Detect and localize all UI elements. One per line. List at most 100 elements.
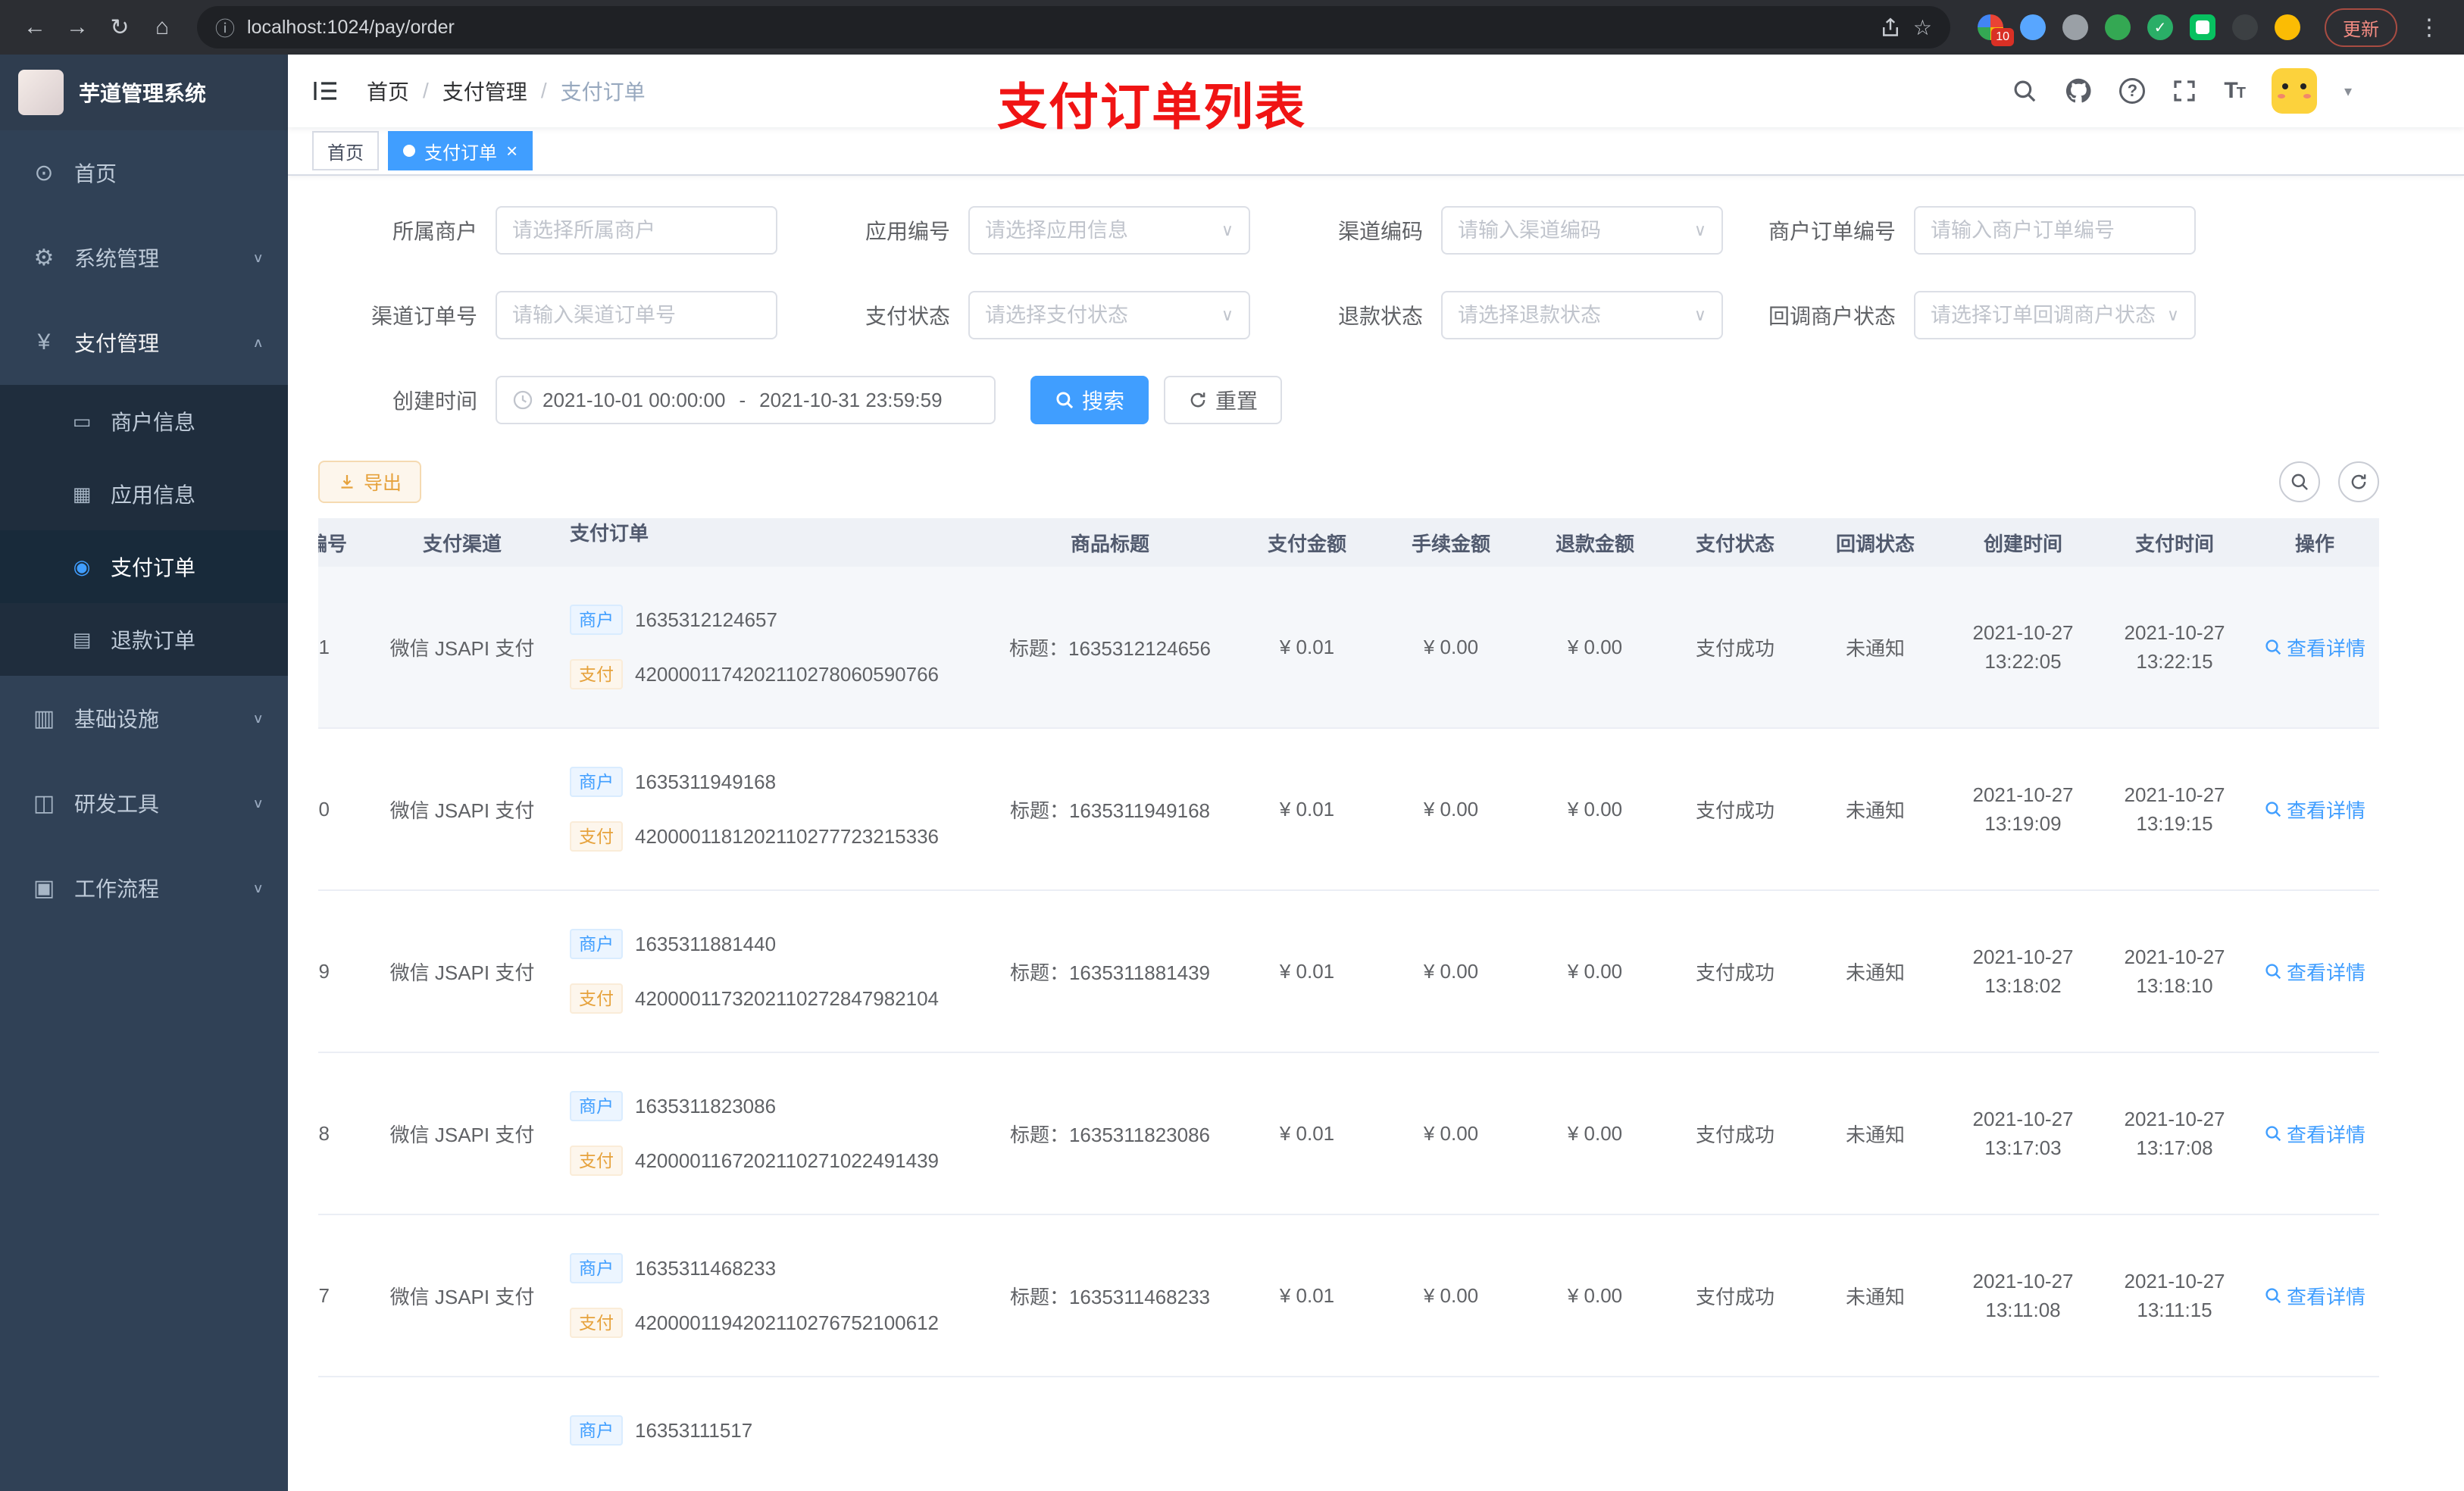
view-detail-link[interactable]: 查看详情 [2264, 1120, 2366, 1148]
channel-order-no-input[interactable] [512, 303, 761, 327]
breadcrumb-home[interactable]: 首页 [367, 76, 409, 106]
extension-icon[interactable] [2190, 14, 2215, 40]
pay-order-cell: 商户 1635311468233 支付 42000011942021102767… [561, 1215, 985, 1376]
export-button[interactable]: 导出 [318, 461, 422, 503]
search-button[interactable]: 搜索 [1030, 376, 1149, 424]
row-id: 20 [318, 797, 330, 821]
pay-tag: 支付 [570, 1308, 623, 1338]
reload-icon[interactable]: ↻ [100, 8, 139, 47]
sidebar-item-workflow[interactable]: ▣ 工作流程 ∨ [0, 846, 288, 930]
fee-amount: ¥ 0.00 [1423, 1283, 1479, 1307]
notify-status: 未通知 [1845, 961, 1905, 984]
search-icon[interactable] [2012, 78, 2037, 104]
browser-chrome: ← → ↻ ⌂ ⓘ localhost:1024/pay/order ☆ 10 … [0, 0, 2464, 55]
fullscreen-icon[interactable] [2172, 79, 2197, 103]
sidebar-item-merchant-info[interactable]: ▭ 商户信息 [0, 385, 288, 458]
pay-channel: 微信 JSAPI 支付 [389, 1285, 535, 1308]
share-icon[interactable] [1880, 17, 1901, 38]
merchant-order-no: 1635311823086 [635, 1094, 777, 1117]
notify-status-select[interactable] [1931, 303, 2161, 327]
toggle-search-icon[interactable] [2279, 461, 2320, 502]
address-bar[interactable]: ⓘ localhost:1024/pay/order ☆ [197, 6, 1950, 48]
chevron-down-icon: ∨ [1221, 220, 1234, 239]
sidebar-item-home[interactable]: ⊙ 首页 [0, 130, 288, 215]
chevron-down-icon: ∨ [2166, 305, 2179, 324]
view-detail-link[interactable]: 查看详情 [2264, 958, 2366, 986]
sidebar-item-refund-order[interactable]: ▤ 退款订单 [0, 603, 288, 676]
home-icon[interactable]: ⌂ [142, 8, 182, 47]
goods-title: 标题：1635311468233 [1009, 1285, 1211, 1308]
refund-amount: ¥ 0.00 [1567, 959, 1623, 983]
merchant-order-no-input[interactable] [1931, 218, 2179, 242]
extension-icon[interactable] [2232, 14, 2258, 40]
breadcrumb-payment[interactable]: 支付管理 [442, 76, 527, 106]
help-icon[interactable]: ? [2119, 78, 2146, 104]
sidebar-item-system[interactable]: ⚙ 系统管理 ∨ [0, 215, 288, 300]
pay-status-select[interactable] [985, 303, 1215, 327]
sidebar-item-infra[interactable]: ▥ 基础设施 ∨ [0, 676, 288, 761]
gear-icon: ⚙ [33, 245, 55, 270]
back-icon[interactable]: ← [15, 8, 55, 47]
order-target-icon: ◉ [73, 555, 91, 578]
forward-icon[interactable]: → [58, 8, 97, 47]
fee-amount: ¥ 0.00 [1423, 797, 1479, 821]
extension-icon[interactable]: ✓ [2147, 14, 2173, 40]
date-start: 2021-10-01 00:00:00 [543, 388, 726, 411]
reset-button[interactable]: 重置 [1164, 376, 1283, 424]
pay-tag: 支付 [570, 983, 623, 1014]
extension-icon[interactable] [2275, 14, 2300, 40]
pay-order-no: 4200001167202110271022491439 [635, 1149, 940, 1172]
pay-tag: 支付 [570, 659, 623, 689]
create-time: 2021-10-27 13:19:09 [1972, 783, 2074, 835]
refresh-icon[interactable] [2338, 461, 2379, 502]
view-detail-link[interactable]: 查看详情 [2264, 1282, 2366, 1310]
merchant-tag: 商户 [570, 1415, 623, 1446]
sidebar-item-pay-order[interactable]: ◉ 支付订单 [0, 530, 288, 603]
refund-status-select[interactable] [1458, 303, 1688, 327]
pay-channel: 微信 JSAPI 支付 [389, 636, 535, 660]
extension-icon[interactable]: 10 [1978, 14, 2014, 46]
channel-code-select[interactable] [1458, 218, 1688, 242]
view-detail-link[interactable]: 查看详情 [2264, 796, 2366, 824]
merchant-tag: 商户 [570, 605, 623, 635]
sidebar-item-devtools[interactable]: ◫ 研发工具 ∨ [0, 761, 288, 846]
close-icon[interactable]: × [506, 141, 518, 161]
create-time: 2021-10-27 13:18:02 [1972, 946, 2074, 997]
bookmark-star-icon[interactable]: ☆ [1913, 15, 1932, 40]
tab-home[interactable]: 首页 [312, 131, 379, 170]
pay-time: 2021-10-27 13:19:15 [2124, 783, 2225, 835]
extension-icon[interactable] [2062, 14, 2088, 40]
refund-amount: ¥ 0.00 [1567, 1121, 1623, 1145]
chrome-menu-icon[interactable]: ⋮ [2409, 8, 2449, 47]
owner-merchant-input[interactable] [512, 218, 761, 242]
site-info-icon[interactable]: ⓘ [215, 14, 235, 42]
clock-icon [512, 389, 533, 411]
user-avatar[interactable] [2271, 68, 2317, 114]
filter-notify-status: 回调商户状态 ∨ [1737, 291, 2196, 339]
sidebar-item-app-info[interactable]: ▦ 应用信息 [0, 458, 288, 530]
refund-amount: ¥ 0.00 [1567, 635, 1623, 658]
chevron-down-icon: ∨ [252, 251, 264, 265]
app-id-select[interactable] [985, 218, 1215, 242]
pay-order-cell: 商户 1635311823086 支付 42000011672021102710… [561, 1053, 985, 1214]
pay-amount: ¥ 0.01 [1279, 635, 1335, 658]
github-icon[interactable] [2065, 77, 2092, 105]
date-range-picker[interactable]: 2021-10-01 00:00:00 - 2021-10-31 23:59:5… [496, 376, 996, 424]
refund-amount: ¥ 0.00 [1567, 1283, 1623, 1307]
navbar-actions: ? TT ▾ [2012, 68, 2352, 114]
caret-down-icon[interactable]: ▾ [2344, 82, 2352, 101]
sidebar-item-payment[interactable]: ¥ 支付管理 ∧ [0, 300, 288, 385]
merchant-tag: 商户 [570, 1253, 623, 1283]
filter-merchant-order-no: 商户订单编号 [1737, 206, 2196, 255]
chevron-down-icon: ∨ [252, 711, 264, 726]
create-time: 2021-10-27 13:11:08 [1972, 1270, 2074, 1321]
create-time: 2021-10-27 13:17:03 [1972, 1108, 2074, 1159]
font-size-icon[interactable]: TT [2224, 78, 2246, 104]
extension-icon[interactable] [2020, 14, 2046, 40]
hamburger-icon[interactable] [312, 79, 339, 103]
chrome-update-button[interactable]: 更新 [2325, 8, 2397, 47]
view-detail-link[interactable]: 查看详情 [2264, 633, 2366, 661]
tab-pay-order[interactable]: 支付订单 × [388, 131, 533, 170]
pay-time: 2021-10-27 13:18:10 [2124, 946, 2225, 997]
extension-icon[interactable] [2105, 14, 2131, 40]
